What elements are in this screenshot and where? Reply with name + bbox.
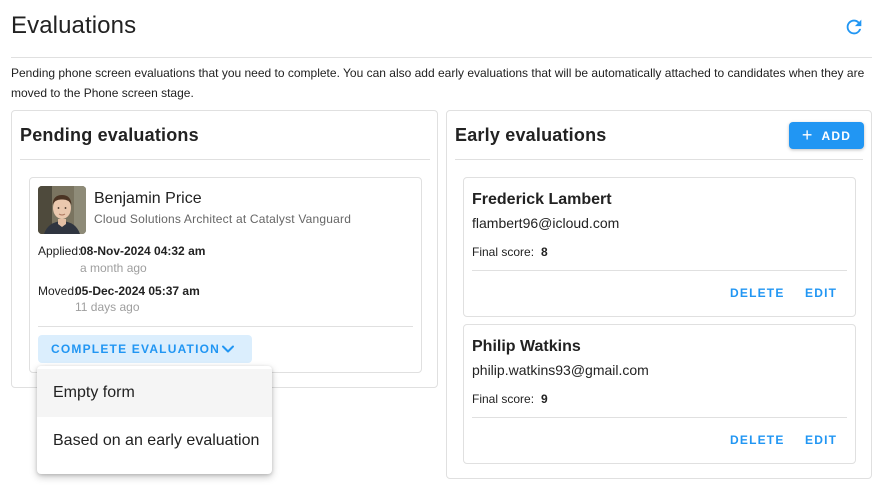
candidate-photo-icon [38, 186, 86, 234]
header-divider [11, 57, 872, 58]
pending-evaluations-card: Pending evaluations Benjamin Price Cloud… [11, 110, 438, 388]
applied-date: 08-Nov-2024 04:32 am [80, 244, 206, 258]
evaluation-candidate-email: philip.watkins93@gmail.com [472, 362, 649, 378]
candidate-name: Benjamin Price [94, 190, 202, 207]
final-score-label: Final score: [472, 245, 535, 259]
candidate-card: Benjamin Price Cloud Solutions Architect… [29, 177, 422, 373]
moved-label: Moved: [38, 284, 78, 298]
final-score-label: Final score: [472, 392, 535, 406]
early-evaluations-card: Early evaluations + ADD Frederick Lamber… [446, 110, 872, 479]
edit-button[interactable]: EDIT [805, 286, 837, 300]
early-evaluations-title: Early evaluations [455, 125, 607, 145]
final-score-value: 9 [541, 392, 548, 406]
page-title: Evaluations [11, 12, 137, 39]
avatar [38, 186, 86, 234]
add-button-label: ADD [821, 128, 852, 143]
edit-button[interactable]: EDIT [805, 433, 837, 447]
early-evaluation-card: Philip Watkins philip.watkins93@gmail.co… [463, 324, 856, 464]
evaluation-divider [472, 417, 847, 418]
evaluation-divider [472, 270, 847, 271]
delete-button[interactable]: DELETE [730, 433, 785, 447]
early-evaluation-card: Frederick Lambert flambert96@icloud.com … [463, 177, 856, 317]
refresh-button[interactable] [843, 16, 865, 38]
complete-evaluation-menu: Empty form Based on an early evaluation [37, 366, 272, 474]
pending-divider [20, 159, 430, 160]
complete-evaluation-label: COMPLETE EVALUATION [51, 342, 221, 356]
menu-item-empty-form[interactable]: Empty form [37, 369, 272, 417]
moved-relative: 11 days ago [75, 300, 140, 314]
refresh-icon [846, 19, 862, 35]
chevron-down-icon [222, 345, 234, 353]
evaluation-candidate-email: flambert96@icloud.com [472, 215, 620, 231]
menu-item-based-on-early-evaluation[interactable]: Based on an early evaluation [37, 417, 272, 465]
moved-date: 05-Dec-2024 05:37 am [75, 284, 200, 298]
applied-label: Applied: [38, 244, 82, 258]
evaluation-candidate-name: Philip Watkins [472, 338, 581, 355]
plus-icon: + [801, 124, 814, 145]
candidate-divider [38, 326, 413, 327]
final-score-value: 8 [541, 245, 548, 259]
delete-button[interactable]: DELETE [730, 286, 785, 300]
applied-relative: a month ago [80, 261, 147, 275]
candidate-job-title: Cloud Solutions Architect at Catalyst Va… [94, 212, 352, 226]
early-divider [455, 159, 863, 160]
complete-evaluation-button[interactable]: COMPLETE EVALUATION [38, 335, 252, 363]
evaluation-candidate-name: Frederick Lambert [472, 191, 612, 208]
add-button[interactable]: + ADD [789, 122, 864, 149]
page-description: Pending phone screen evaluations that yo… [11, 66, 865, 100]
pending-evaluations-title: Pending evaluations [20, 125, 199, 145]
